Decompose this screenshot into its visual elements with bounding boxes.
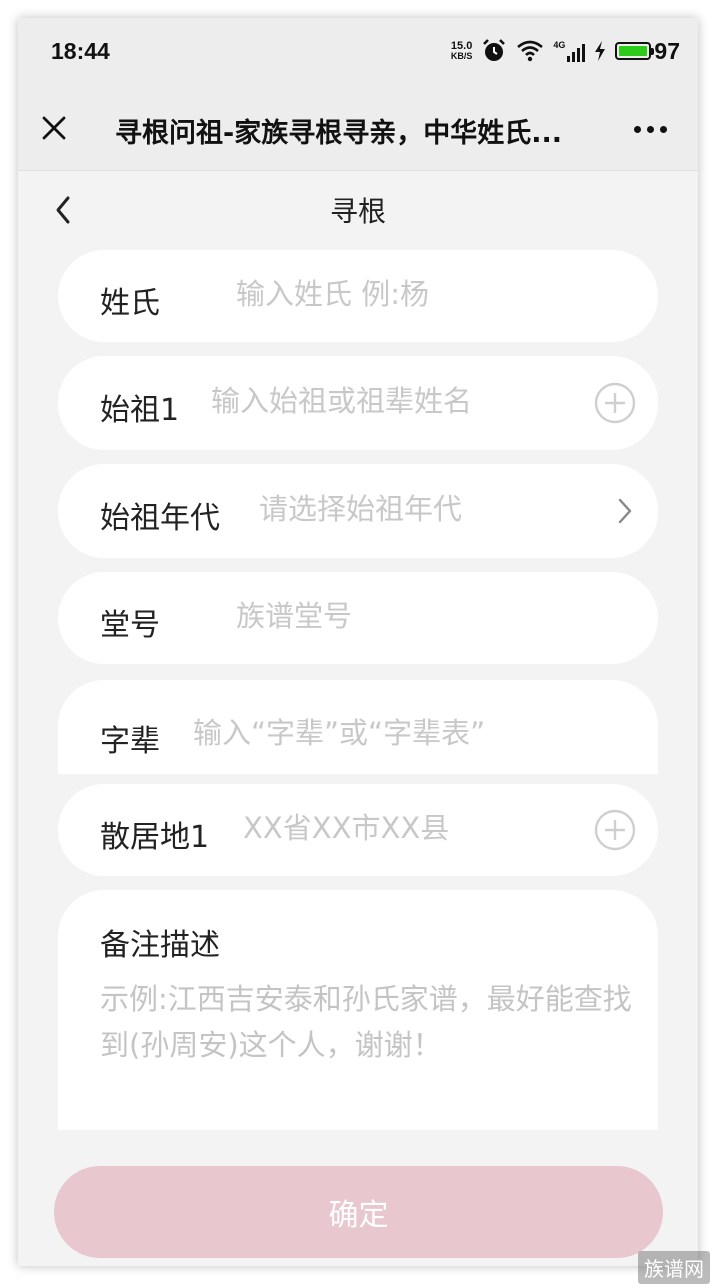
generation-names-input[interactable] [193,713,613,753]
net-speed-indicator: 15.0 KB/S [451,41,473,61]
net-speed-unit: KB/S [450,51,473,61]
charging-bolt-icon [595,41,606,61]
phone-screen: 18:44 15.0 KB/S 4G 97 寻根问祖-家族寻根寻亲，中华姓氏..… [18,18,698,1266]
add-residence-icon[interactable] [594,809,636,851]
dot-icon [659,125,667,133]
battery-indicator: 97 [615,38,680,65]
ancestor-era-select[interactable] [259,489,589,529]
page-title: 寻根 [329,195,386,228]
status-bar: 18:44 15.0 KB/S 4G 97 [18,18,698,84]
network-type: 4G [553,40,566,50]
ancestor-era-field-card[interactable]: 始祖年代 [58,464,658,558]
chevron-right-icon [618,498,632,524]
surname-input[interactable] [236,274,616,314]
mini-program-title-bar: 寻根问祖-家族寻根寻亲，中华姓氏... [18,84,698,171]
residence-label: 散居地1 [100,820,210,855]
more-options-button[interactable] [628,114,672,144]
remarks-label: 备注描述 [100,928,220,963]
surname-field-card: 姓氏 [58,250,658,342]
generation-names-field-card: 字辈 [58,680,658,774]
dot-icon [646,125,654,133]
remarks-field-card: 备注描述 [58,890,658,1130]
dot-icon [633,125,641,133]
remarks-textarea[interactable] [100,976,635,1096]
battery-level: 97 [654,37,680,64]
ancestor-input[interactable] [211,381,571,421]
battery-icon [615,42,655,60]
ancestor-era-label: 始祖年代 [100,501,220,536]
wifi-icon [517,40,544,62]
alarm-icon [483,39,506,61]
hall-name-field-card: 堂号 [58,572,658,664]
ancestor-field-card: 始祖1 [58,356,658,450]
hall-name-input[interactable] [236,596,616,636]
status-time: 18:44 [51,38,110,64]
cell-signal-icon: 4G [553,40,586,62]
residence-field-card: 散居地1 [58,784,658,876]
battery-fill [619,46,647,56]
watermark-logo: 族谱网 [638,1251,710,1284]
add-ancestor-icon[interactable] [594,382,636,424]
status-icons: 15.0 KB/S 4G 97 [451,36,680,66]
ancestor-label: 始祖1 [100,393,180,428]
generation-names-label: 字辈 [100,724,160,759]
close-icon[interactable] [36,110,72,146]
hall-name-label: 堂号 [100,608,160,643]
confirm-button[interactable]: 确定 [54,1166,663,1258]
surname-label: 姓氏 [100,286,160,321]
residence-input[interactable] [243,808,573,848]
window-title: 寻根问祖-家族寻根寻亲，中华姓氏... [115,118,562,149]
page-header: 寻根 [18,170,698,244]
